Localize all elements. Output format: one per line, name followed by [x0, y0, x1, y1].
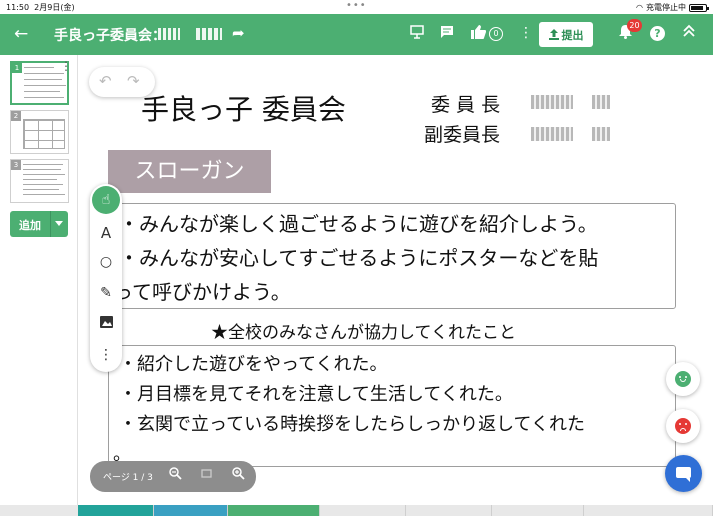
- zoom-in-icon[interactable]: [232, 467, 245, 484]
- page-pager: ページ 1 / 3: [90, 461, 256, 492]
- battery-icon: [689, 3, 709, 12]
- redacted-name-block: [158, 28, 180, 40]
- page-indicator: ページ 1 / 3: [103, 473, 153, 483]
- wifi-icon: ◠: [636, 3, 643, 12]
- submit-button[interactable]: 提出: [539, 22, 593, 47]
- comment-icon[interactable]: [440, 25, 454, 43]
- charging-text: 充電停止中: [646, 3, 686, 12]
- smile-icon: [675, 371, 691, 387]
- status-time: 11:50 2月9日(金): [6, 3, 75, 12]
- role-chair-label: 委 員 長: [431, 94, 501, 116]
- frown-icon: [675, 418, 691, 434]
- page-thumbnail-3[interactable]: 3: [10, 159, 69, 203]
- slogan-line: って呼びかけよう。: [113, 280, 291, 304]
- tool-palette: ☝ A ○ ✎ ⋮: [90, 184, 122, 372]
- cooperation-line: ・紹介した遊びをやってくれた。: [119, 354, 388, 375]
- battery-fill: [691, 5, 703, 10]
- committee-title: 手良っ子 委員会: [141, 93, 346, 126]
- thumbs-up-icon[interactable]: [471, 25, 486, 43]
- undo-icon[interactable]: ↶: [99, 72, 112, 90]
- cooperation-textbox[interactable]: ・紹介した遊びをやってくれた。 ・月目標を見てそれを注意して生活してくれた。 ・…: [108, 345, 676, 467]
- page-number: 1: [12, 63, 22, 73]
- redacted-name-block: [196, 28, 222, 40]
- chat-bubble-icon: [676, 467, 691, 482]
- presentation-icon[interactable]: [410, 25, 424, 43]
- slogan-textbox[interactable]: ・みんなが楽しく過ごせるように遊びを紹介しよう。 ・みんなが安心してすごせるよう…: [108, 203, 676, 309]
- bottom-tab-strip: [0, 505, 713, 516]
- status-right: ◠ 充電停止中: [636, 2, 709, 13]
- slogan-line: ・みんなが安心してすごせるようにポスターなどを貼: [119, 246, 599, 270]
- text-tool-icon[interactable]: A: [90, 224, 122, 242]
- share-icon[interactable]: ➦: [232, 24, 245, 42]
- bottom-tab[interactable]: [492, 505, 584, 516]
- bottom-tab[interactable]: [78, 505, 154, 516]
- chat-button[interactable]: [665, 455, 702, 492]
- dropdown-arrow-icon[interactable]: [55, 221, 63, 226]
- pen-tool-icon[interactable]: ✎: [90, 285, 122, 301]
- role-vice-chair-label: 副委員長: [424, 124, 501, 146]
- positive-reaction-button[interactable]: [666, 362, 700, 396]
- redacted-name-block: [531, 95, 573, 109]
- notification-badge: 20: [627, 19, 642, 32]
- like-count-badge: 0: [489, 27, 503, 41]
- collapse-chevron-icon[interactable]: [683, 24, 695, 42]
- page-thumbnail-rail: 1 ⋮ 2 3 追加: [0, 55, 78, 516]
- upload-icon: [548, 29, 559, 40]
- top-toolbar: ← 手良っ子委員会： ➦ 0 ⋮ 提出 20 ?: [0, 14, 713, 55]
- bottom-tab[interactable]: [584, 505, 713, 516]
- bottom-tab[interactable]: [228, 505, 320, 516]
- submit-label: 提出: [561, 28, 584, 42]
- page-number: 2: [11, 111, 21, 121]
- negative-reaction-button[interactable]: [666, 409, 700, 443]
- image-tool-icon[interactable]: [90, 316, 122, 332]
- bottom-tab[interactable]: [406, 505, 492, 516]
- page-thumbnail-2[interactable]: 2: [10, 110, 69, 154]
- cooperation-line: ・玄関で立っている時挨拶をしたらしっかり返してくれた: [119, 414, 586, 435]
- more-tools-icon[interactable]: ⋮: [90, 347, 122, 363]
- help-icon[interactable]: ?: [650, 26, 665, 41]
- status-bar: 11:50 2月9日(金) ••• ◠ 充電停止中: [0, 0, 713, 14]
- more-vertical-icon[interactable]: ⋮: [519, 25, 533, 41]
- redacted-name-block: [531, 127, 573, 141]
- bottom-tab[interactable]: [320, 505, 406, 516]
- cooperation-heading: ★全校のみなさんが協力してくれたこと: [211, 323, 516, 343]
- cooperation-line: ・月目標を見てそれを注意して生活してくれた。: [119, 384, 513, 405]
- card-canvas[interactable]: ↶ ↷ 手良っ子 委員会 委 員 長 副委員長 スローガン ・みんなが楽しく過ご…: [79, 55, 713, 505]
- add-label: 追加: [19, 219, 41, 232]
- bottom-tab[interactable]: [154, 505, 228, 516]
- slogan-line: ・みんなが楽しく過ごせるように遊びを紹介しよう。: [119, 212, 598, 236]
- add-page-button[interactable]: 追加: [10, 211, 68, 237]
- redo-icon[interactable]: ↷: [127, 72, 140, 90]
- thumbnail-menu-icon[interactable]: ⋮: [60, 59, 72, 73]
- fit-screen-icon[interactable]: [200, 467, 213, 484]
- shape-tool-icon[interactable]: ○: [90, 254, 122, 270]
- redacted-name-block: [592, 127, 610, 141]
- document-title: 手良っ子委員会：: [54, 28, 166, 44]
- zoom-out-icon[interactable]: [169, 467, 182, 484]
- redacted-name-block: [592, 95, 610, 109]
- hand-pointer-icon[interactable]: ☝: [92, 186, 120, 214]
- page-number: 3: [11, 160, 21, 170]
- back-arrow-icon[interactable]: ←: [14, 24, 34, 44]
- slogan-badge: スローガン: [108, 150, 271, 193]
- multitask-dots-icon[interactable]: •••: [346, 0, 367, 11]
